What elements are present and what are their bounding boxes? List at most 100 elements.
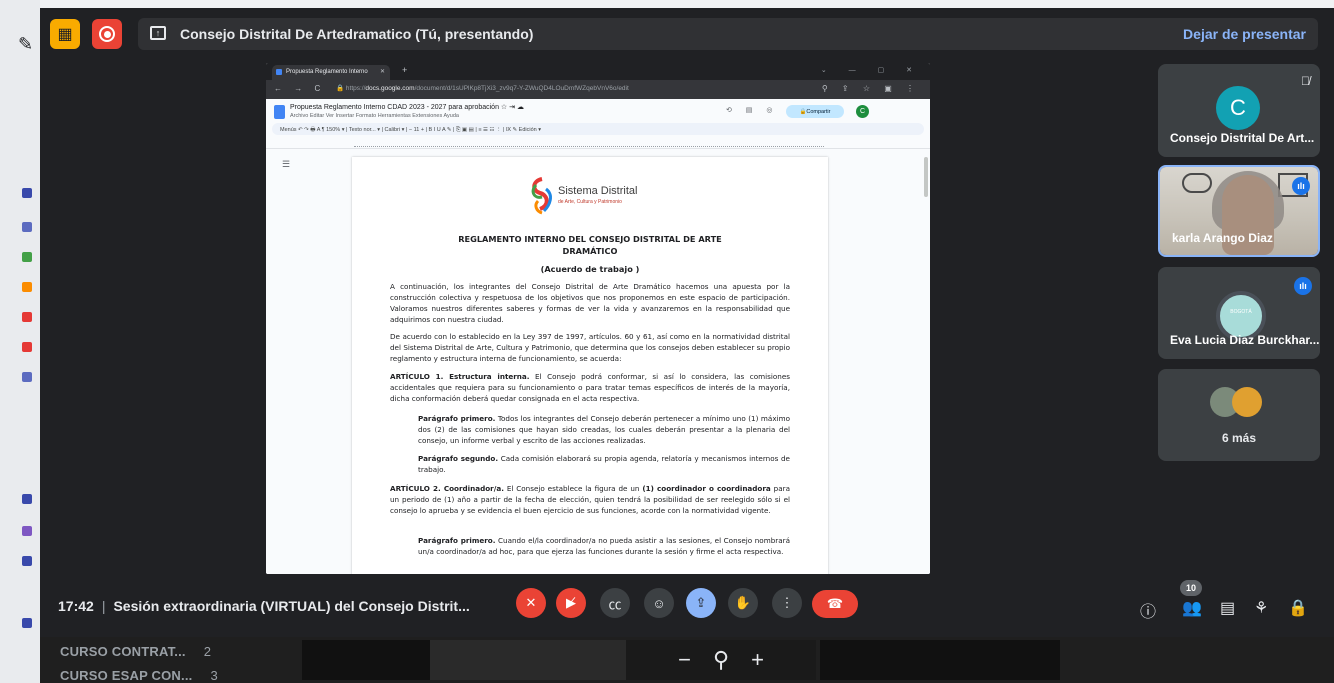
docs-title[interactable]: Propuesta Reglamento Interno CDAD 2023 -…	[290, 103, 524, 111]
layout-button[interactable]: ▦	[50, 19, 80, 49]
mic-button[interactable]: ✕	[516, 588, 546, 618]
record-button[interactable]	[92, 19, 122, 49]
speaking-indicator-icon: ılı	[1292, 177, 1310, 195]
url-field[interactable]: 🔒 https://docs.google.com/document/d/1sU…	[336, 84, 836, 96]
browser-tab[interactable]: Propuesta Reglamento Interno ✕	[272, 65, 390, 80]
bg-course-row[interactable]: CURSO CONTRAT... 2	[60, 644, 211, 659]
document-page[interactable]: Sistema Distrital de Arte, Cultura y Pat…	[352, 157, 828, 574]
doc-heading: REGLAMENTO INTERNO DEL CONSEJO DISTRITAL…	[458, 234, 722, 244]
participant-count-badge: 10	[1180, 580, 1202, 596]
pencil-icon[interactable]: ✎	[18, 34, 33, 55]
chat-button[interactable]: ▤	[1220, 598, 1235, 618]
activities-icon: ⚘	[1254, 600, 1269, 617]
info-button[interactable]: ⓘ	[1140, 598, 1156, 622]
more-options-button[interactable]: ⋮	[772, 588, 802, 618]
doc-heading: DRAMÁTICO	[562, 246, 618, 256]
docs-toolbar[interactable]: Menús ↶ ↷ 🖶 A ¶ 150% ▾ | Texto nor... ▾ …	[272, 123, 924, 135]
doc-article: ARTÍCULO 1. Estructura interna. El Conse…	[390, 372, 790, 403]
bg-marker	[22, 494, 32, 504]
activities-button[interactable]: ⚘	[1254, 598, 1268, 618]
bg-marker	[22, 252, 32, 262]
magnifier-icon[interactable]: ⚲	[713, 647, 729, 673]
nav-buttons[interactable]: ← → C	[274, 84, 325, 93]
bg-marker	[22, 556, 32, 566]
more-participants-tile[interactable]: 6 más	[1158, 369, 1320, 461]
meeting-info: 17:42 | Sesión extraordinaria (VIRTUAL) de…	[58, 598, 470, 614]
participant-name: Eva Lucia Diaz Burckhar...	[1170, 333, 1320, 347]
captions-button[interactable]: ㏄	[600, 588, 630, 618]
stop-presenting-button[interactable]: Dejar de presentar	[1183, 26, 1306, 42]
raise-hand-button[interactable]: ✋	[728, 588, 758, 618]
tab-title: Propuesta Reglamento Interno	[286, 69, 368, 75]
camera-button[interactable]: ▶̸	[556, 588, 586, 618]
outline-icon[interactable]: ☰	[282, 159, 290, 170]
new-tab-icon[interactable]: +	[402, 65, 407, 75]
zoom-out-icon[interactable]: −	[678, 647, 691, 673]
address-bar: ← → C 🔒 https://docs.google.com/document…	[266, 80, 930, 99]
speaking-indicator-icon: ılı	[1294, 277, 1312, 295]
ruler	[354, 139, 824, 147]
present-now-button[interactable]: ⇪	[686, 588, 716, 618]
chat-icon: ▤	[1220, 600, 1236, 617]
background-sidebar	[0, 0, 40, 683]
zoom-in-icon[interactable]: +	[751, 647, 764, 673]
avatar[interactable]: C	[856, 105, 869, 118]
avatar	[1232, 387, 1262, 417]
zoom-controls: − ⚲ +	[626, 640, 816, 680]
docs-logo-icon[interactable]	[274, 105, 285, 119]
wall-decoration	[1182, 173, 1212, 193]
bg-thumbnail	[302, 640, 432, 680]
docs-menu[interactable]: Archivo Editar Ver Insertar Formato Herr…	[290, 113, 459, 119]
participant-name: Consejo Distrital De Art...	[1170, 131, 1315, 145]
doc-article: ARTÍCULO 2. Coordinador/a. El Consejo es…	[390, 484, 790, 515]
host-controls-button[interactable]: 🔒	[1288, 598, 1308, 618]
participant-tile-active[interactable]: ılı karla Arango Diaz	[1158, 165, 1320, 257]
bg-marker	[22, 342, 32, 352]
doc-subheading: (Acuerdo de trabajo )	[540, 264, 640, 274]
leave-call-button[interactable]: ☎	[812, 590, 858, 618]
bg-marker	[22, 372, 32, 382]
share-button[interactable]: 🔒 Compartir	[786, 105, 844, 118]
close-tab-icon[interactable]: ✕	[380, 68, 385, 75]
scrollbar[interactable]	[924, 157, 928, 197]
browser-actions[interactable]: ⚲ ⇪ ☆ ▣ ⋮	[822, 84, 920, 93]
docs-favicon-icon	[276, 69, 282, 75]
meet-window: ✎ ▦ ↑ Consejo Distrital De Artedramatico…	[18, 8, 1334, 637]
bg-marker	[22, 312, 32, 322]
sistema-distrital-logo: Sistema Distrital de Arte, Cultura y Pat…	[528, 171, 648, 221]
people-button[interactable]: 👥	[1182, 598, 1202, 618]
captions-icon: ㏄	[608, 596, 622, 612]
more-count: 6 más	[1221, 431, 1257, 445]
more-options-icon: ⋮	[780, 595, 794, 610]
hangup-icon: ☎	[826, 596, 844, 611]
shared-screen: Propuesta Reglamento Interno ✕ + ⌄ — ▢ ✕…	[266, 63, 930, 574]
record-icon	[99, 26, 115, 42]
docs-canvas: ☰ Sistema Distrital de Arte, Cultura y P…	[266, 149, 930, 574]
logo-subtitle: de Arte, Cultura y Patrimonio	[558, 199, 622, 205]
bg-marker	[22, 618, 32, 628]
raise-hand-icon: ✋	[734, 595, 752, 610]
participant-tile[interactable]: C 🎙̸ Consejo Distrital De Art...	[1158, 64, 1320, 157]
presenting-title: Consejo Distrital De Artedramatico (Tú, …	[180, 26, 534, 42]
participant-tile[interactable]: BOGOTÁ ılı Eva Lucia Diaz Burckhar...	[1158, 267, 1320, 359]
bg-marker	[22, 526, 32, 536]
present-icon: ↑	[150, 26, 166, 40]
participant-name: karla Arango Diaz	[1172, 231, 1273, 245]
info-icon: ⓘ	[1140, 604, 1157, 621]
present-now-icon: ⇪	[695, 595, 707, 610]
emoji-button[interactable]: ☺	[644, 588, 674, 618]
bg-marker	[22, 222, 32, 232]
docs-header-icons[interactable]: ⟲ ▤ ◎	[726, 106, 778, 114]
bg-course-row[interactable]: CURSO ESAP CON... 3	[60, 668, 218, 683]
window-controls[interactable]: ⌄ — ▢ ✕	[821, 66, 922, 74]
docs-header: Propuesta Reglamento Interno CDAD 2023 -…	[266, 99, 930, 149]
emoji-icon: ☺	[652, 595, 666, 611]
logo-title: Sistema Distrital	[558, 185, 638, 197]
doc-paragraph: A continuación, los integrantes del Cons…	[390, 282, 790, 324]
camera-off-icon: ▶̸	[566, 595, 576, 610]
avatar: C	[1216, 86, 1260, 130]
clock: 17:42	[58, 598, 94, 614]
host-controls-icon: 🔒	[1288, 600, 1308, 617]
doc-paragraph-indented: Parágrafo primero. Todos los integrantes…	[418, 414, 790, 445]
screen: CURSO CONTRAT... 2 CURSO ESAP CON... 3 − ⚲…	[0, 0, 1334, 683]
